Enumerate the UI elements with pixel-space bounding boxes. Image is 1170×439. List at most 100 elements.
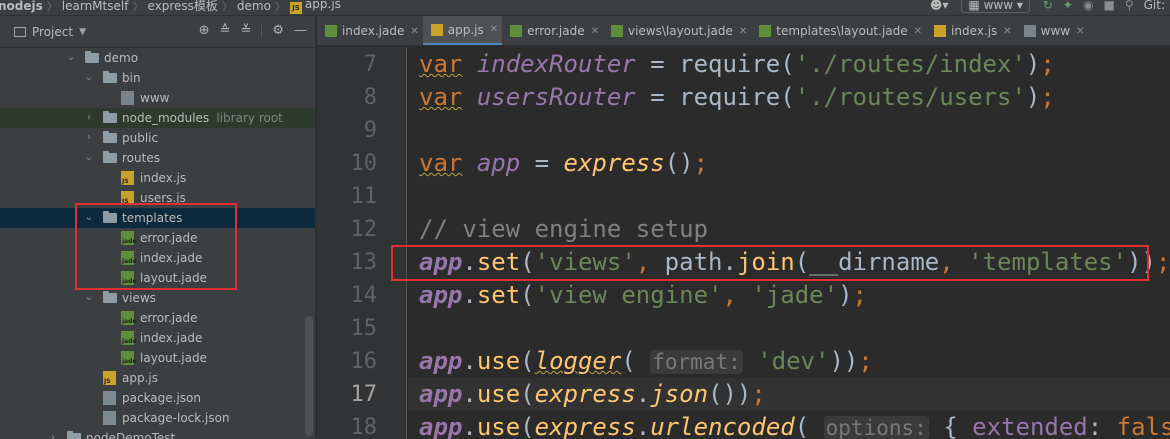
close-icon[interactable]: ✕ [739, 26, 747, 37]
tree-item-error-jade[interactable]: jade error.jade [0, 308, 315, 328]
tree-item-package-lock-json[interactable]: package-lock.json [0, 408, 315, 428]
search-everywhere-icon[interactable]: ⚲ [1125, 0, 1134, 12]
git-label[interactable]: Git: [1144, 0, 1165, 12]
chevron-down-icon[interactable]: ⌄ [84, 68, 94, 88]
tree-scrollbar[interactable] [305, 316, 313, 436]
jade-file-icon: jade [121, 331, 136, 345]
tree-item-label: layout.jade [140, 351, 207, 365]
code-line[interactable]: var indexRouter = require('./routes/inde… [408, 48, 1170, 81]
code-token: )) [829, 347, 859, 375]
code-line[interactable] [408, 312, 1170, 345]
stop-icon[interactable]: ■ [1103, 0, 1114, 12]
code-token: { [928, 413, 973, 439]
js-file-icon: JS [103, 371, 116, 385]
tab-www[interactable]: www ✕ [1016, 16, 1089, 45]
tree-item-demo[interactable]: ⌄ demo [0, 48, 315, 68]
expand-all-icon[interactable]: ≙ [220, 23, 231, 38]
breadcrumb-item[interactable]: learnMtself [58, 0, 133, 13]
tree-item-bin[interactable]: ⌄ bin [0, 68, 315, 88]
jade-file-icon: jade [121, 311, 136, 325]
folder-icon [85, 51, 99, 63]
project-view-selector[interactable]: Project ▼ [14, 25, 86, 39]
chevron-down-icon[interactable]: ⌄ [84, 288, 94, 308]
code-token: ( [794, 413, 824, 439]
code-token: ()) [708, 380, 752, 408]
chevron-right-icon[interactable]: › [48, 428, 58, 439]
tree-item-www[interactable]: www [0, 88, 315, 108]
code-token: : [1087, 413, 1117, 439]
tree-item-package-json[interactable]: package.json [0, 388, 315, 408]
tree-item-index-jade[interactable]: jade index.jade [0, 328, 315, 348]
chevron-down-icon[interactable]: ⌄ [66, 48, 76, 68]
locate-file-icon[interactable]: ⊕ [199, 23, 210, 38]
coverage-icon[interactable]: ◉ [1083, 0, 1093, 12]
tree-item-layout-jade[interactable]: jade layout.jade [0, 348, 315, 368]
run-configuration-select[interactable]: ▦ www ▾ [961, 0, 1030, 13]
code-token: ; [858, 347, 873, 375]
code-line[interactable]: var usersRouter = require('./routes/user… [408, 81, 1170, 114]
code-line[interactable]: app.use(express.json()); [408, 378, 1170, 411]
chevron-right-icon[interactable]: › [84, 128, 94, 148]
code-token: indexRouter [476, 50, 636, 78]
code-token: 'dev' [757, 347, 830, 375]
chevron-right-icon[interactable]: › [84, 108, 94, 128]
code-line[interactable]: // view engine setup [408, 213, 1170, 246]
code-editor[interactable]: var indexRouter = require('./routes/inde… [408, 47, 1170, 439]
tab-views-layout-jade[interactable]: views\layout.jade ✕ [603, 16, 751, 45]
line-number: 18 [350, 415, 378, 439]
breadcrumb-separator-icon: 〉 [132, 0, 144, 13]
hide-panel-icon[interactable]: — [294, 23, 307, 38]
js-file-icon [934, 25, 947, 37]
code-line[interactable] [408, 180, 1170, 213]
breadcrumb-item[interactable]: JS app.js [286, 0, 345, 14]
chevron-down-icon[interactable]: ⌄ [84, 148, 94, 168]
breadcrumb-item[interactable]: demo [233, 0, 275, 13]
parameter-hint: options: [823, 416, 929, 439]
code-token: ( [621, 347, 651, 375]
code-line[interactable]: var app = express(); [408, 147, 1170, 180]
tree-item-label: error.jade [140, 311, 198, 325]
collapse-all-icon[interactable]: ≚ [240, 23, 251, 38]
js-file-icon: JS [289, 2, 302, 14]
breadcrumb-separator-icon: 〉 [46, 0, 58, 13]
code-line[interactable]: app.use(logger( format: 'dev')); [408, 345, 1170, 378]
code-token: var [419, 149, 463, 177]
close-icon[interactable]: ✕ [1003, 26, 1011, 37]
tab-app-js[interactable]: app.js ✕ [422, 16, 503, 45]
jade-file-icon [610, 25, 623, 37]
chevron-down-icon: ▼ [79, 26, 86, 37]
close-icon[interactable]: ✕ [1076, 26, 1084, 37]
breadcrumb-item[interactable]: express模板 [143, 0, 221, 13]
tree-item-routes[interactable]: ⌄ routes [0, 148, 315, 168]
breadcrumb-item[interactable]: nodejs [0, 0, 47, 13]
gear-icon[interactable]: ⚙ [272, 23, 284, 38]
tree-item-index-js[interactable]: JS index.js [0, 168, 315, 188]
user-icon[interactable]: ☻▾ [930, 0, 949, 12]
tab-templates-layout-jade[interactable]: templates\layout.jade ✕ [751, 16, 926, 45]
tree-item-views[interactable]: ⌄ views [0, 288, 315, 308]
code-line[interactable]: app.use(express.urlencoded( options: { e… [408, 411, 1170, 439]
run-config-label: www [983, 0, 1014, 12]
code-token: ( [520, 281, 535, 309]
debug-icon[interactable]: ✦ [1063, 0, 1073, 12]
tree-item-app-js[interactable]: JS app.js [0, 368, 315, 388]
tree-item-nodedemotest[interactable]: › nodeDemoTest [0, 428, 315, 439]
close-icon[interactable]: ✕ [591, 26, 599, 37]
project-panel-title: Project [32, 24, 74, 39]
tab-label: views\layout.jade [627, 24, 733, 38]
code-line[interactable]: app.set('view engine', 'jade'); [408, 279, 1170, 312]
close-icon[interactable]: ✕ [490, 24, 498, 35]
close-icon[interactable]: ✕ [914, 26, 922, 37]
code-token: ( [520, 380, 535, 408]
code-token: ; [693, 149, 709, 177]
tab-index-js[interactable]: index.js ✕ [926, 16, 1016, 45]
tab-error-jade[interactable]: error.jade ✕ [502, 16, 603, 45]
tree-item-public[interactable]: › public [0, 128, 315, 148]
tree-item-node-modules[interactable]: › node_modules library root [0, 108, 315, 128]
rerun-icon[interactable]: ↻ [1043, 0, 1053, 12]
tab-index-jade[interactable]: index.jade ✕ [317, 16, 423, 45]
close-icon[interactable]: ✕ [410, 26, 418, 37]
code-line[interactable] [408, 114, 1170, 147]
